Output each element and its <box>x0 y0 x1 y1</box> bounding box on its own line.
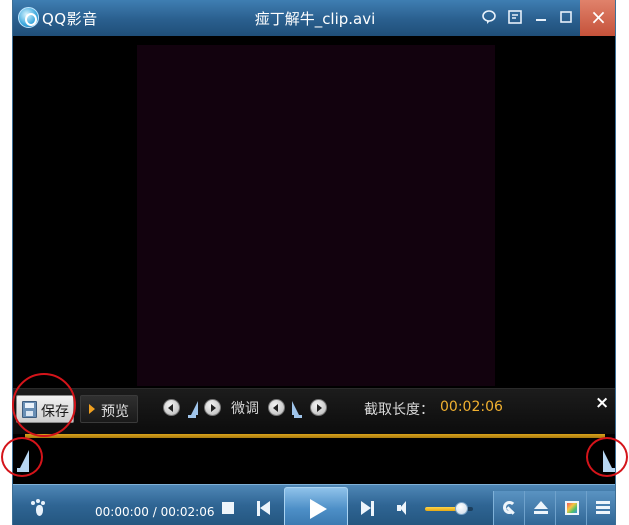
video-frame[interactable] <box>137 45 495 386</box>
right-arrow-icon <box>211 404 216 412</box>
wrench-icon <box>503 501 516 514</box>
playback-time: 00:00:00 / 00:02:06 <box>95 505 215 519</box>
left-arrow-icon <box>273 404 278 412</box>
maximize-icon[interactable] <box>558 9 574 25</box>
close-window-button[interactable]: × <box>580 0 615 36</box>
clip-timeline[interactable] <box>13 434 615 484</box>
start-handle-highlight-circle <box>1 437 43 477</box>
volume-knob[interactable] <box>455 502 468 515</box>
end-marker-icon <box>292 398 302 418</box>
clip-length-value: 00:02:06 <box>440 399 503 415</box>
open-file-button[interactable] <box>525 491 556 525</box>
end-marker-back-button[interactable] <box>268 399 285 416</box>
start-marker-icon <box>188 398 198 418</box>
playlist-icon <box>596 501 610 514</box>
clip-toolbar: 保存 预览 微调 截取长度： 00:02:06 × <box>13 388 615 434</box>
skin-palette-icon <box>565 501 579 515</box>
next-button[interactable] <box>361 501 375 516</box>
tools-group <box>493 491 615 525</box>
title-bar[interactable]: QQ影音 痖丁解牛_clip.avi × <box>13 0 615 36</box>
right-arrow-icon <box>317 404 322 412</box>
play-button[interactable] <box>284 487 348 525</box>
previous-button[interactable] <box>257 501 271 516</box>
clip-range-track[interactable] <box>25 434 605 438</box>
volume-slider[interactable] <box>425 502 473 515</box>
skin-button[interactable] <box>556 491 587 525</box>
playlist-button[interactable] <box>587 491 615 525</box>
footprint-icon[interactable] <box>31 499 47 517</box>
skin-bubble-icon[interactable] <box>481 9 497 25</box>
save-highlight-circle <box>12 373 76 437</box>
preview-label: 预览 <box>101 404 129 420</box>
play-arrow-icon <box>89 404 95 414</box>
player-window: QQ影音 痖丁解牛_clip.avi × 保存 预览 微调 截取长度： 00:0… <box>12 0 616 525</box>
fine-tune-label: 微调 <box>231 401 259 417</box>
start-marker-forward-button[interactable] <box>204 399 221 416</box>
stop-button[interactable] <box>222 502 234 514</box>
eject-icon <box>534 501 548 514</box>
close-icon: × <box>590 5 607 29</box>
playback-control-bar: 00:00:00 / 00:02:06 <box>13 484 615 525</box>
minimize-icon[interactable] <box>533 9 549 25</box>
mini-mode-icon[interactable] <box>507 9 523 25</box>
video-area[interactable] <box>13 36 615 388</box>
end-handle-highlight-circle <box>586 437 628 477</box>
close-clip-button[interactable]: × <box>595 393 609 413</box>
settings-button[interactable] <box>494 491 525 525</box>
volume-icon[interactable] <box>397 501 413 515</box>
preview-clip-button[interactable]: 预览 <box>80 395 138 423</box>
start-marker-back-button[interactable] <box>163 399 180 416</box>
end-marker-forward-button[interactable] <box>310 399 327 416</box>
window-title: 痖丁解牛_clip.avi <box>254 10 376 28</box>
clip-length-label: 截取长度： <box>364 402 434 418</box>
left-arrow-icon <box>168 404 173 412</box>
